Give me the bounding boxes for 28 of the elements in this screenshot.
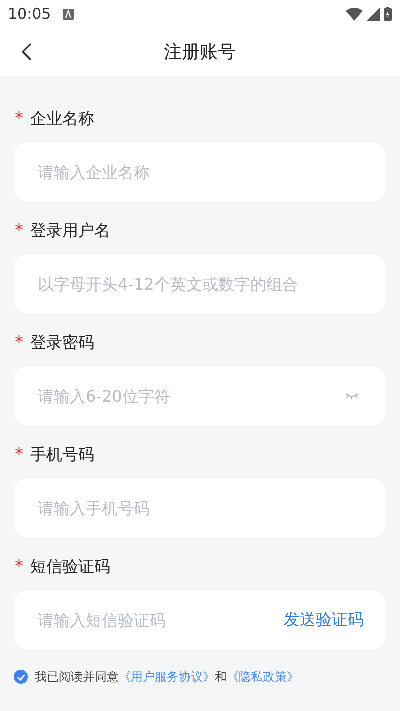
required-mark: * bbox=[15, 558, 24, 576]
agreement-link[interactable]: 《隐私政策》 bbox=[227, 670, 299, 684]
field-label: 短信验证码 bbox=[30, 556, 110, 578]
page-title: 注册账号 bbox=[164, 40, 236, 64]
wifi-icon bbox=[346, 8, 363, 20]
send-code-button[interactable]: 发送验证码 bbox=[284, 608, 364, 632]
required-mark: * bbox=[15, 446, 24, 464]
field-label: 登录密码 bbox=[30, 332, 94, 354]
input-field[interactable]: 以字母开头4-12个英文或数字的组合 bbox=[14, 255, 386, 313]
keyboard-notification-icon bbox=[63, 8, 74, 20]
input-field[interactable]: 请输入企业名称 bbox=[14, 143, 386, 201]
input-field[interactable]: 请输入手机号码 bbox=[14, 479, 386, 537]
required-mark: * bbox=[15, 110, 24, 128]
input-field[interactable]: 请输入6-20位字符 bbox=[14, 367, 386, 425]
signal-icon bbox=[367, 8, 380, 20]
field-label: 企业名称 bbox=[30, 108, 94, 130]
eye-closed-icon[interactable] bbox=[345, 392, 359, 400]
back-icon bbox=[20, 43, 32, 61]
required-mark: * bbox=[15, 334, 24, 352]
battery-icon bbox=[384, 7, 392, 21]
status-time: 10:05 bbox=[8, 4, 52, 25]
field-label: 手机号码 bbox=[30, 444, 94, 466]
check-icon bbox=[16, 674, 26, 680]
agreement-link[interactable]: 《用户服务协议》 bbox=[119, 670, 215, 684]
agree-checkbox[interactable] bbox=[14, 670, 28, 684]
field-label: 登录用户名 bbox=[30, 220, 110, 242]
required-mark: * bbox=[15, 222, 24, 240]
agreement-text: 我已阅读并同意《用户服务协议》和《隐私政策》 bbox=[35, 669, 299, 686]
